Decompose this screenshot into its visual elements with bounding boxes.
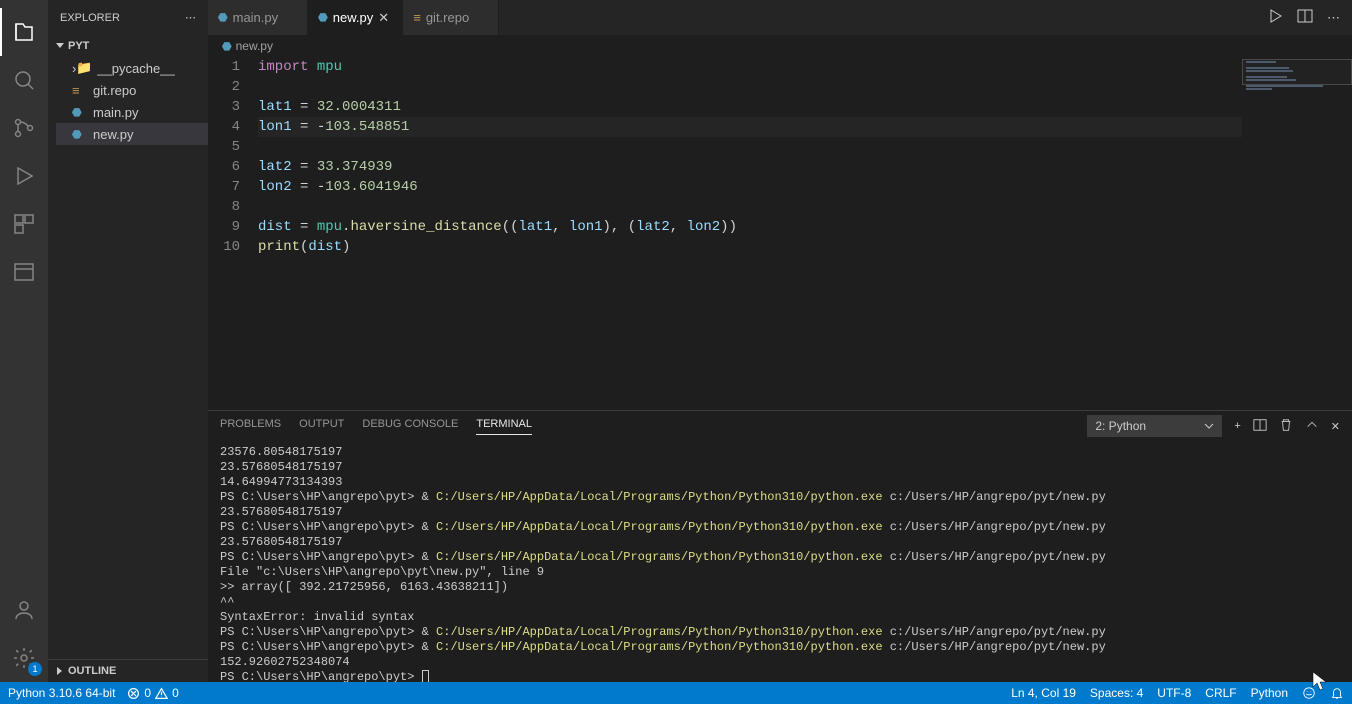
close-tab-icon[interactable]: ✕: [378, 10, 392, 26]
editor-body[interactable]: 12345678910 import mpu lat1 = 32.0004311…: [208, 57, 1352, 410]
python-file-icon: ⬣: [222, 40, 232, 53]
file-item-new-py[interactable]: ⬣new.py: [56, 123, 208, 145]
status-encoding[interactable]: UTF-8: [1157, 686, 1191, 700]
status-bell-icon[interactable]: [1330, 686, 1344, 700]
panel-tab-output[interactable]: OUTPUT: [299, 418, 344, 435]
sidebar-more-icon[interactable]: ⋯: [185, 11, 196, 24]
status-python[interactable]: Python 3.10.6 64-bit: [8, 686, 115, 700]
tab-new-py[interactable]: ⬣new.py✕: [308, 0, 403, 35]
terminal-content[interactable]: 23576.8054817519723.5768054817519714.649…: [208, 441, 1352, 682]
settings-badge: 1: [28, 662, 42, 676]
panel-tabs: PROBLEMS OUTPUT DEBUG CONSOLE TERMINAL 2: P…: [208, 411, 1352, 441]
source-control-icon[interactable]: [0, 104, 48, 152]
terminal-selector-label: 2: Python: [1095, 419, 1146, 433]
breadcrumb[interactable]: ⬣ new.py: [208, 35, 1352, 57]
status-bar: Python 3.10.6 64-bit 0 0 Ln 4, Col 19 Sp…: [0, 682, 1352, 704]
breadcrumb-file: new.py: [236, 39, 273, 53]
sidebar-header: EXPLORER ⋯: [48, 0, 208, 35]
panel-tab-terminal[interactable]: TERMINAL: [476, 418, 532, 435]
project-header[interactable]: PYT: [48, 35, 208, 57]
split-editor-icon[interactable]: [1297, 8, 1313, 27]
activity-bar: 1: [0, 0, 48, 682]
kill-terminal-icon[interactable]: [1279, 418, 1293, 435]
outline-label: OUTLINE: [68, 665, 116, 677]
panel-tab-problems[interactable]: PROBLEMS: [220, 418, 281, 435]
file-item-main-py[interactable]: ⬣main.py: [56, 101, 208, 123]
outline-header[interactable]: OUTLINE: [48, 660, 208, 682]
split-terminal-icon[interactable]: [1253, 418, 1267, 435]
close-panel-icon[interactable]: ✕: [1331, 420, 1340, 433]
more-actions-icon[interactable]: ⋯: [1327, 10, 1340, 26]
accounts-icon[interactable]: [0, 586, 48, 634]
explorer-icon[interactable]: [0, 8, 48, 56]
status-feedback-icon[interactable]: [1302, 686, 1316, 700]
minimap[interactable]: [1242, 57, 1352, 410]
file-item-__pycache__[interactable]: ›📁__pycache__: [56, 57, 208, 79]
tabs-bar: ⬣main.py⬣new.py✕≡git.repo ⋯: [208, 0, 1352, 35]
line-gutter: 12345678910: [208, 57, 258, 410]
run-debug-icon[interactable]: [0, 152, 48, 200]
status-problems[interactable]: 0 0: [127, 686, 178, 700]
project-name: PYT: [68, 40, 89, 52]
panel-tab-debug-console[interactable]: DEBUG CONSOLE: [362, 418, 458, 435]
tab-main-py[interactable]: ⬣main.py: [208, 0, 308, 35]
sidebar-title: EXPLORER: [60, 12, 120, 24]
terminal-selector[interactable]: 2: Python: [1087, 415, 1222, 437]
code-content[interactable]: import mpu lat1 = 32.0004311lon1 = -103.…: [258, 57, 1352, 410]
editor-area: ⬣main.py⬣new.py✕≡git.repo ⋯ ⬣ new.py 123…: [208, 0, 1352, 682]
file-item-git-repo[interactable]: ≡git.repo: [56, 79, 208, 101]
status-cursor[interactable]: Ln 4, Col 19: [1011, 686, 1076, 700]
sidebar: EXPLORER ⋯ PYT ›📁__pycache__≡git.repo⬣ma…: [48, 0, 208, 682]
tab-git-repo[interactable]: ≡git.repo: [403, 0, 499, 35]
maximize-panel-icon[interactable]: [1305, 418, 1319, 435]
panel: PROBLEMS OUTPUT DEBUG CONSOLE TERMINAL 2: P…: [208, 410, 1352, 682]
layout-icon[interactable]: [0, 248, 48, 296]
status-language[interactable]: Python: [1251, 686, 1288, 700]
extensions-icon[interactable]: [0, 200, 48, 248]
search-icon[interactable]: [0, 56, 48, 104]
file-tree: ›📁__pycache__≡git.repo⬣main.py⬣new.py: [48, 57, 208, 145]
status-spaces[interactable]: Spaces: 4: [1090, 686, 1143, 700]
new-terminal-icon[interactable]: +: [1234, 420, 1240, 432]
settings-icon[interactable]: 1: [0, 634, 48, 682]
status-eol[interactable]: CRLF: [1205, 686, 1236, 700]
run-icon[interactable]: [1267, 8, 1283, 27]
